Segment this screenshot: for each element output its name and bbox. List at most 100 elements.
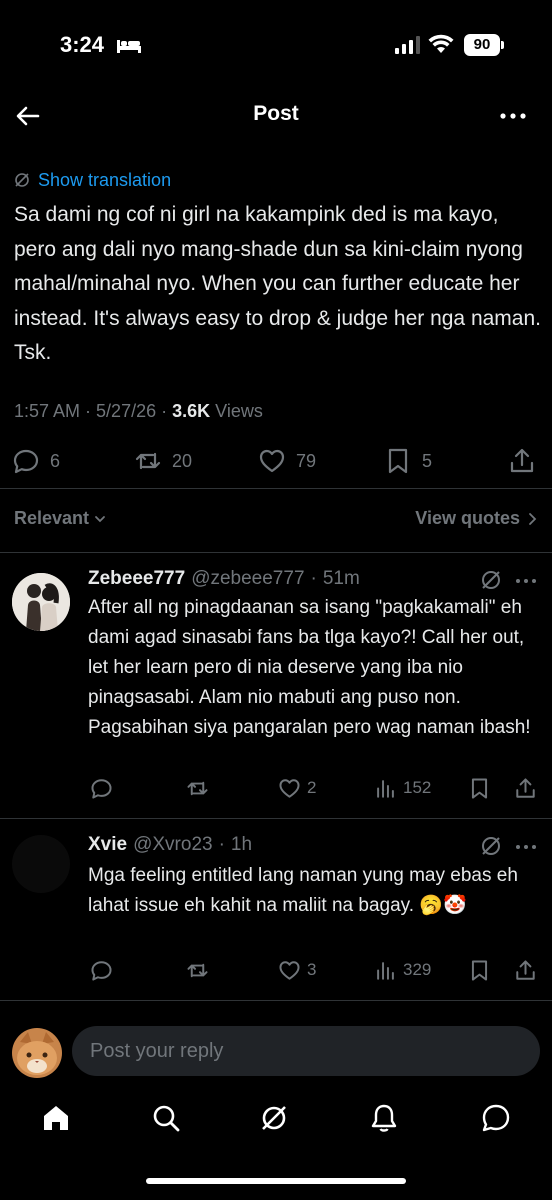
bookmark-button[interactable] [468, 957, 491, 983]
post-action-bar: 6 20 79 5 [0, 444, 552, 478]
like-icon [259, 449, 285, 473]
share-button[interactable] [508, 444, 536, 478]
bookmark-button[interactable]: 5 [384, 444, 432, 478]
reply-time: 51m [322, 568, 360, 589]
share-icon [516, 777, 535, 798]
like-button[interactable]: 2 [278, 775, 316, 801]
reply-count: 6 [50, 450, 61, 471]
wifi-icon [428, 34, 454, 53]
views-icon [377, 961, 394, 980]
page-title: Post [253, 102, 299, 125]
reply-button[interactable]: 6 [12, 444, 60, 478]
bookmark-icon [471, 959, 488, 981]
home-icon[interactable] [40, 1102, 72, 1134]
view-quotes-link[interactable]: View quotes [415, 508, 538, 529]
grok-icon[interactable] [480, 569, 502, 591]
reply-author-handle[interactable]: @Xvro23 [133, 834, 213, 856]
bookmark-icon [388, 448, 408, 474]
post-meta: 1:57 AM · 5/27/26 · 3.6K Views [14, 401, 263, 421]
reply-author-name[interactable]: Xvie [88, 834, 127, 856]
more-icon[interactable] [514, 571, 538, 591]
reply-input[interactable]: Post your reply [72, 1026, 540, 1076]
repost-button[interactable] [186, 775, 209, 801]
like-button[interactable]: 79 [258, 444, 316, 478]
avatar[interactable] [12, 835, 70, 893]
reply-action-bar: 2 152 [0, 775, 552, 801]
reply-item[interactable]: Xvie @Xvro23 · 1h Mga feeling entitled l… [0, 819, 552, 999]
home-indicator [146, 1178, 406, 1184]
reply-item[interactable]: Zebeee777 @zebeee777 · 51m After all ng … [0, 553, 552, 817]
repost-icon [187, 963, 208, 977]
avatar[interactable] [12, 573, 70, 631]
divider [0, 1000, 552, 1001]
show-translation-label[interactable]: Show translation [38, 170, 171, 191]
bed-icon [117, 40, 141, 53]
reply-sort-row: Relevant View quotes [0, 504, 552, 534]
reply-icon [13, 449, 39, 474]
reply-action-bar: 3 329 [0, 957, 552, 983]
bookmark-button[interactable] [468, 775, 491, 801]
post-text: Sa dami ng cof ni girl na kakampink ded … [14, 203, 541, 364]
reply-emojis: 🥱🤡 [419, 895, 467, 916]
relevant-label: Relevant [14, 508, 90, 528]
more-icon[interactable] [514, 837, 538, 857]
post-time: 1:57 AM [14, 401, 81, 421]
like-icon [279, 960, 300, 980]
share-icon [510, 448, 534, 473]
reply-header: Zebeee777 @zebeee777 · 51m [88, 568, 360, 590]
views-count: 329 [403, 960, 432, 979]
chevron-down-icon [95, 515, 105, 522]
post-date: 5/27/26 [96, 401, 157, 421]
views-button[interactable]: 152 [374, 775, 431, 801]
grok-icon [15, 173, 29, 187]
battery-indicator: 90 [464, 34, 504, 56]
user-avatar[interactable] [12, 1028, 62, 1078]
repost-button[interactable]: 20 [134, 444, 192, 478]
reply-header: Xvie @Xvro23 · 1h [88, 834, 253, 856]
repost-button[interactable] [186, 957, 209, 983]
status-time: 3:24 [60, 32, 105, 57]
like-icon [279, 778, 300, 798]
reply-text: After all ng pinagdaanan sa isang "pagka… [88, 597, 531, 738]
more-icon[interactable] [498, 104, 528, 128]
reply-composer: Post your reply [0, 1024, 552, 1080]
view-quotes-label: View quotes [415, 508, 520, 528]
status-bar: 3:24 90 [0, 0, 552, 90]
bookmark-count: 5 [422, 450, 433, 471]
reply-icon [91, 960, 112, 981]
grok-icon[interactable] [258, 1102, 290, 1134]
bookmark-icon [471, 777, 488, 799]
relevant-sort-button[interactable]: Relevant [14, 508, 107, 529]
grok-icon[interactable] [480, 835, 502, 857]
header: Post [0, 96, 552, 136]
reply-button[interactable] [90, 775, 113, 801]
reply-time: 1h [230, 834, 253, 855]
battery-level: 90 [473, 36, 491, 53]
signal-icon [395, 36, 420, 54]
search-icon[interactable] [150, 1102, 182, 1134]
like-count: 2 [307, 778, 317, 797]
like-button[interactable]: 3 [278, 957, 316, 983]
views-label: Views [215, 401, 263, 421]
views-button[interactable]: 329 [374, 957, 431, 983]
messages-icon[interactable] [480, 1102, 512, 1134]
show-translation-link[interactable]: Show translation [14, 168, 171, 192]
reply-button[interactable] [90, 957, 113, 983]
reply-author-handle[interactable]: @zebeee777 [191, 568, 304, 590]
repost-count: 20 [172, 450, 193, 471]
reply-author-name[interactable]: Zebeee777 [88, 568, 185, 590]
views-count: 152 [403, 778, 432, 797]
share-button[interactable] [514, 957, 537, 983]
repost-icon [135, 452, 161, 470]
views-icon [377, 779, 394, 798]
share-icon [516, 959, 535, 980]
divider [0, 488, 552, 489]
share-button[interactable] [514, 775, 537, 801]
like-count: 79 [296, 450, 317, 471]
like-count: 3 [307, 960, 317, 979]
reply-icon [91, 778, 112, 799]
tab-bar [0, 1096, 552, 1142]
chevron-right-icon [529, 512, 537, 525]
notifications-icon[interactable] [368, 1102, 400, 1134]
repost-icon [187, 781, 208, 795]
